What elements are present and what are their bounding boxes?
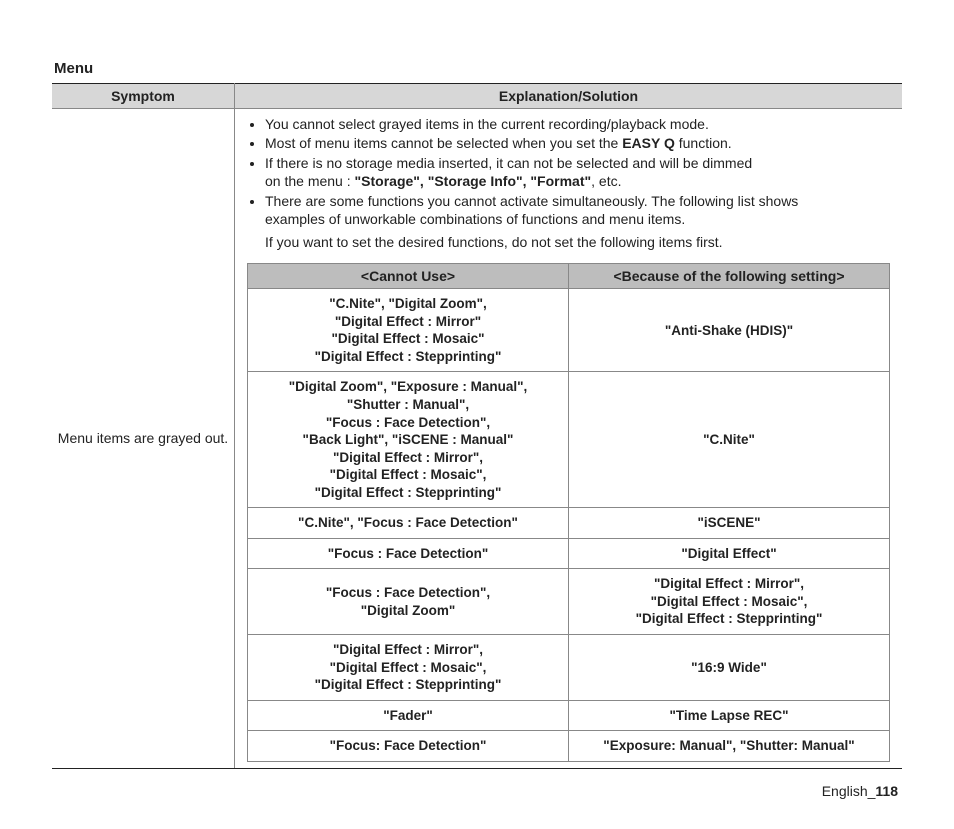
header-symptom: Symptom [52, 84, 235, 109]
bullet-3: If there is no storage media inserted, i… [265, 154, 890, 191]
table-row: "Fader" "Time Lapse REC" [248, 700, 890, 731]
cell-cannot: "Focus: Face Detection" [248, 731, 569, 762]
b2-post: function. [675, 135, 732, 151]
explanation-bullets: You cannot select grayed items in the cu… [235, 115, 902, 229]
bullet-4: There are some functions you cannot acti… [265, 192, 890, 229]
symptom-text: Menu items are grayed out. [58, 430, 228, 446]
symptom-cell: Menu items are grayed out. [52, 109, 235, 769]
cell-because: "iSCENE" [569, 508, 890, 539]
cell-because: "Anti-Shake (HDIS)" [569, 289, 890, 372]
cell-cannot: "Fader" [248, 700, 569, 731]
table-row: "Focus : Face Detection", "Digital Zoom"… [248, 569, 890, 635]
cell-cannot: "C.Nite", "Focus : Face Detection" [248, 508, 569, 539]
cell-because: "Digital Effect : Mirror", "Digital Effe… [569, 569, 890, 635]
b3-l2-bold: "Storage", "Storage Info", "Format" [355, 173, 592, 189]
section-title: Menu [54, 60, 902, 77]
inner-header-cannot: <Cannot Use> [248, 264, 569, 289]
table-row: "Digital Zoom", "Exposure : Manual", "Sh… [248, 372, 890, 508]
cell-because: "Exposure: Manual", "Shutter: Manual" [569, 731, 890, 762]
combination-table: <Cannot Use> <Because of the following s… [247, 263, 890, 761]
b4-l2: examples of unworkable combinations of f… [265, 211, 685, 227]
cell-cannot: "Digital Effect : Mirror", "Digital Effe… [248, 635, 569, 701]
inner-header-because: <Because of the following setting> [569, 264, 890, 289]
page-footer: English_118 [52, 769, 902, 799]
table-row: "Focus : Face Detection" "Digital Effect… [248, 538, 890, 569]
cell-because: "16:9 Wide" [569, 635, 890, 701]
bullet-1: You cannot select grayed items in the cu… [265, 115, 890, 133]
after-bullets: If you want to set the desired functions… [235, 233, 902, 259]
bullet-2: Most of menu items cannot be selected wh… [265, 134, 890, 152]
manual-page: Menu Symptom Explanation/Solution Menu i… [0, 0, 954, 829]
table-row: "Focus: Face Detection" "Exposure: Manua… [248, 731, 890, 762]
b3-l2-pre: on the menu : [265, 173, 355, 189]
table-row: "C.Nite", "Focus : Face Detection" "iSCE… [248, 508, 890, 539]
b2-pre: Most of menu items cannot be selected wh… [265, 135, 622, 151]
cell-cannot: "Focus : Face Detection" [248, 538, 569, 569]
b4-l1: There are some functions you cannot acti… [265, 193, 798, 209]
cell-because: "Time Lapse REC" [569, 700, 890, 731]
b3-l1: If there is no storage media inserted, i… [265, 155, 752, 171]
table-row: "Digital Effect : Mirror", "Digital Effe… [248, 635, 890, 701]
b2-bold: EASY Q [622, 135, 675, 151]
footer-page: 118 [875, 783, 898, 799]
cell-because: "Digital Effect" [569, 538, 890, 569]
table-row: "C.Nite", "Digital Zoom", "Digital Effec… [248, 289, 890, 372]
b3-l2-post: , etc. [591, 173, 621, 189]
cell-cannot: "C.Nite", "Digital Zoom", "Digital Effec… [248, 289, 569, 372]
footer-lang: English_ [822, 783, 876, 799]
cell-cannot: "Digital Zoom", "Exposure : Manual", "Sh… [248, 372, 569, 508]
cell-because: "C.Nite" [569, 372, 890, 508]
header-explanation: Explanation/Solution [235, 84, 903, 109]
troubleshooting-table: Symptom Explanation/Solution Menu items … [52, 83, 902, 769]
explanation-cell: You cannot select grayed items in the cu… [235, 109, 903, 769]
cell-cannot: "Focus : Face Detection", "Digital Zoom" [248, 569, 569, 635]
